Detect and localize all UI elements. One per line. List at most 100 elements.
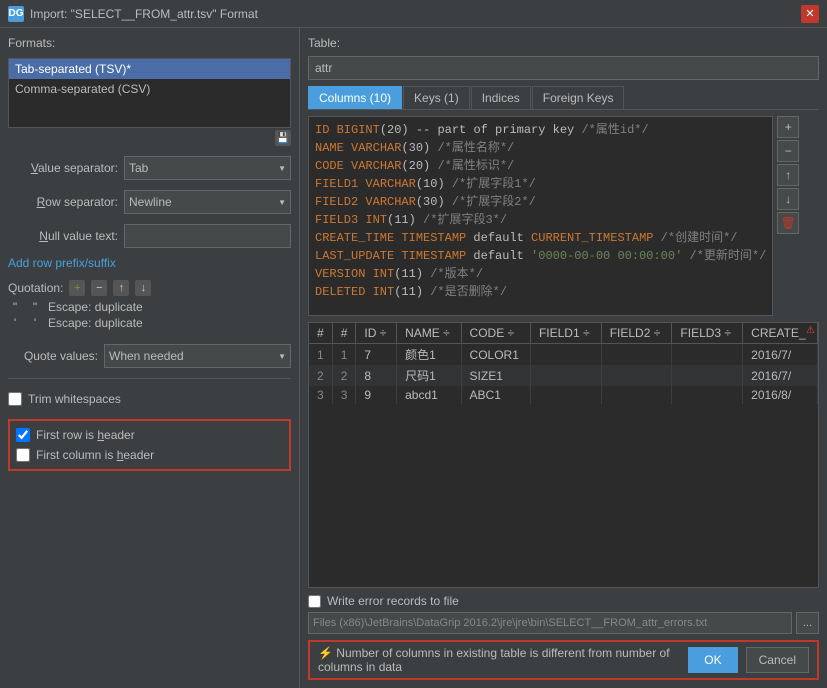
col-warning-icon: ⚠ — [806, 325, 815, 336]
table-cell — [530, 386, 601, 404]
formats-label: Formats: — [8, 36, 291, 50]
table-cell: 3 — [332, 386, 356, 404]
quote-down-btn[interactable]: ↓ — [135, 280, 151, 296]
sql-area[interactable]: ID BIGINT(20) -- part of primary key /*属… — [308, 116, 773, 316]
table-cell — [601, 344, 672, 366]
bottom-section: Write error records to file ... — [308, 594, 819, 634]
quote-char-2: ' — [8, 316, 22, 330]
preview-col-header-2: ID ÷ — [356, 323, 397, 344]
table-cell — [530, 344, 601, 366]
quote-char-1b: " — [28, 300, 42, 314]
trim-whitespaces-checkbox[interactable] — [8, 392, 22, 406]
table-label: Table: — [308, 36, 819, 50]
table-cell: 9 — [356, 386, 397, 404]
trim-whitespaces-row: Trim whitespaces — [8, 389, 291, 409]
sql-delete-btn[interactable]: 🗑 — [777, 212, 799, 234]
table-cell — [601, 386, 672, 404]
table-cell: abcd1 — [397, 386, 461, 404]
write-error-label: Write error records to file — [327, 594, 459, 608]
first-row-header-row: First row is header — [16, 425, 283, 445]
preview-col-header-7: FIELD3 ÷ — [672, 323, 743, 344]
side-buttons: + − ↑ ↓ 🗑 — [777, 116, 799, 316]
title-bar-left: DG Import: "SELECT__FROM_attr.tsv" Forma… — [8, 6, 258, 22]
quote-escape-1: Escape: duplicate — [48, 300, 143, 314]
add-prefix-link[interactable]: Add row prefix/suffix — [8, 256, 291, 270]
table-cell: 2 — [309, 365, 332, 386]
table-cell: 1 — [332, 344, 356, 366]
format-tsv[interactable]: Tab-separated (TSV)* — [9, 59, 290, 79]
row-separator-select[interactable]: Newline ▼ — [124, 190, 291, 214]
ok-button[interactable]: OK — [688, 647, 737, 673]
close-button[interactable]: ✕ — [801, 5, 819, 23]
cancel-button[interactable]: Cancel — [746, 647, 809, 673]
first-column-header-label: First column is header — [36, 448, 154, 462]
alert-text: ⚡ Number of columns in existing table is… — [318, 646, 680, 674]
table-cell: 3 — [309, 386, 332, 404]
trim-whitespaces-label: Trim whitespaces — [28, 392, 121, 406]
error-file-row: ... — [308, 612, 819, 634]
save-format-icon[interactable]: 💾 — [275, 130, 291, 146]
right-panel: Table: Columns (10) Keys (1) Indices For… — [300, 28, 827, 688]
row-separator-label: Row separator: — [8, 195, 118, 209]
value-separator-label: Value separator: — [8, 161, 118, 175]
table-name-input[interactable] — [308, 56, 819, 80]
left-panel: Formats: Tab-separated (TSV)* Comma-sepa… — [0, 28, 300, 688]
format-csv[interactable]: Comma-separated (CSV) — [9, 79, 290, 99]
browse-btn[interactable]: ... — [796, 612, 819, 634]
sql-add-btn[interactable]: + — [777, 116, 799, 138]
sql-minus-btn[interactable]: − — [777, 140, 799, 162]
formats-list[interactable]: Tab-separated (TSV)* Comma-separated (CS… — [8, 58, 291, 128]
table-row: 339abcd1ABC12016/8/ — [309, 386, 818, 404]
quote-values-label: Quote values: — [8, 349, 98, 363]
first-row-header-checkbox[interactable] — [16, 428, 30, 442]
table-cell: 2 — [332, 365, 356, 386]
preview-col-header-4: CODE ÷ — [461, 323, 530, 344]
table-cell — [672, 386, 743, 404]
sql-with-buttons: ID BIGINT(20) -- part of primary key /*属… — [308, 116, 819, 316]
window-title: Import: "SELECT__FROM_attr.tsv" Format — [30, 7, 258, 21]
title-bar: DG Import: "SELECT__FROM_attr.tsv" Forma… — [0, 0, 827, 28]
write-error-row: Write error records to file — [308, 594, 819, 608]
table-cell: 2016/7/ — [743, 365, 818, 386]
main-content: Formats: Tab-separated (TSV)* Comma-sepa… — [0, 28, 827, 688]
quote-up-btn[interactable]: ↑ — [113, 280, 129, 296]
first-row-header-label: First row is header — [36, 428, 135, 442]
table-cell: ABC1 — [461, 386, 530, 404]
table-cell: 2016/7/ — [743, 344, 818, 366]
tab-keys[interactable]: Keys (1) — [403, 86, 470, 109]
quote-add-btn[interactable]: + — [69, 280, 85, 296]
app-icon: DG — [8, 6, 24, 22]
first-column-header-row: First column is header — [16, 445, 283, 465]
quote-char-1: " — [8, 300, 22, 314]
preview-col-header-6: FIELD2 ÷ — [601, 323, 672, 344]
error-file-input[interactable] — [308, 612, 792, 634]
null-value-row: Null value text: — [8, 224, 291, 248]
tab-bar: Columns (10) Keys (1) Indices Foreign Ke… — [308, 86, 819, 110]
quote-item-2: ' ' Escape: duplicate — [8, 316, 291, 330]
quote-item-1: " " Escape: duplicate — [8, 300, 291, 314]
quotation-label: Quotation: — [8, 281, 63, 295]
sql-down-btn[interactable]: ↓ — [777, 188, 799, 210]
table-cell — [601, 365, 672, 386]
null-value-input[interactable] — [124, 224, 291, 248]
table-cell — [530, 365, 601, 386]
tab-columns[interactable]: Columns (10) — [308, 86, 402, 109]
quote-minus-btn[interactable]: − — [91, 280, 107, 296]
preview-col-header-0: # — [309, 323, 332, 344]
preview-col-header-5: FIELD1 ÷ — [530, 323, 601, 344]
table-cell: 8 — [356, 365, 397, 386]
preview-area[interactable]: ##ID ÷NAME ÷CODE ÷FIELD1 ÷FIELD2 ÷FIELD3… — [308, 322, 819, 588]
quote-values-select[interactable]: When needed ▼ — [104, 344, 291, 368]
table-cell: SIZE1 — [461, 365, 530, 386]
write-error-checkbox[interactable] — [308, 595, 321, 608]
tab-foreign-keys[interactable]: Foreign Keys — [532, 86, 625, 109]
first-column-header-checkbox[interactable] — [16, 448, 30, 462]
table-cell: 1 — [309, 344, 332, 366]
sql-up-btn[interactable]: ↑ — [777, 164, 799, 186]
quote-values-row: Quote values: When needed ▼ — [8, 344, 291, 368]
table-cell — [672, 365, 743, 386]
table-cell: COLOR1 — [461, 344, 530, 366]
value-separator-select[interactable]: Tab ▼ — [124, 156, 291, 180]
quotation-section: Quotation: + − ↑ ↓ " " Escape: duplicate… — [8, 280, 291, 332]
tab-indices[interactable]: Indices — [471, 86, 531, 109]
